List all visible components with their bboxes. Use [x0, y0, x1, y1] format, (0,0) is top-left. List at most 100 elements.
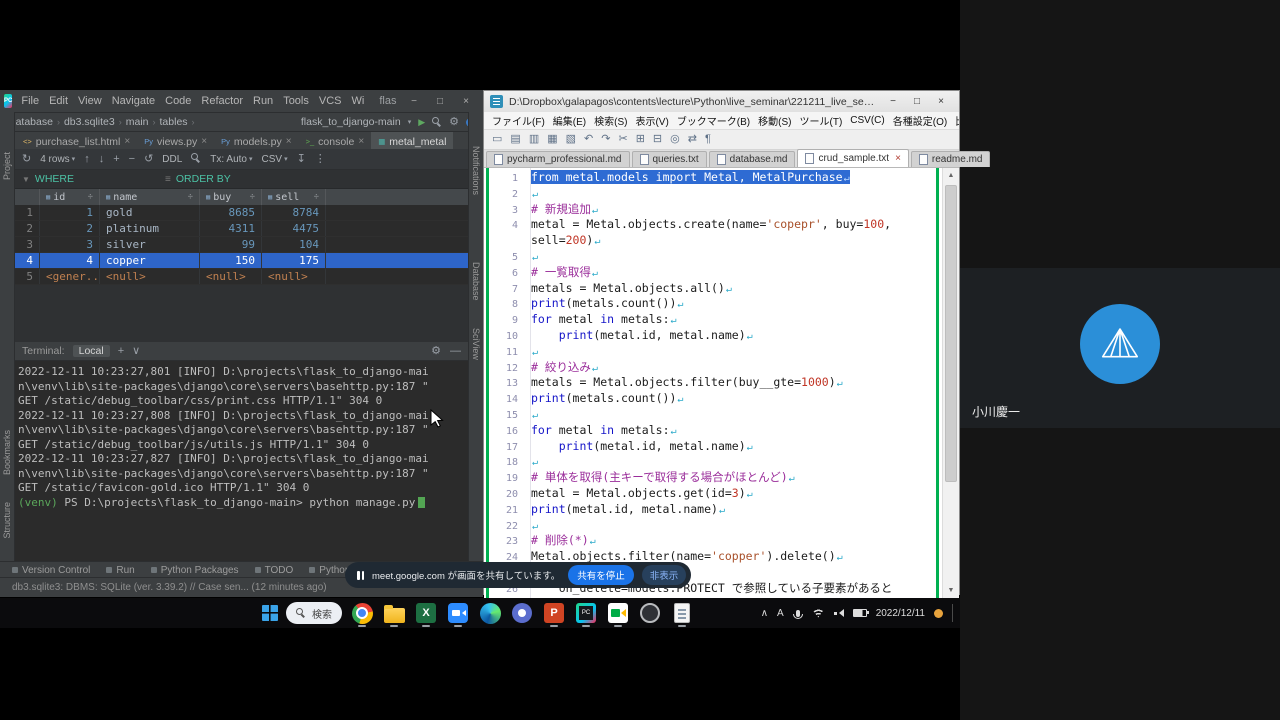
wrap-icon[interactable]: ¶: [705, 134, 711, 145]
scroll-up-icon[interactable]: ▲: [943, 168, 959, 183]
show-desktop-button[interactable]: [952, 604, 956, 622]
table-row[interactable]: 22platinum43114475: [14, 221, 469, 237]
sort-filter-icon[interactable]: ÷: [88, 192, 93, 202]
minimize-icon[interactable]: −: [881, 96, 905, 107]
tray-expand-icon[interactable]: ∧: [761, 608, 768, 619]
last-row-icon[interactable]: ↓: [99, 154, 105, 165]
pycharm-icon[interactable]: [574, 601, 598, 625]
new-file-icon[interactable]: ▭: [492, 134, 502, 145]
reload-icon[interactable]: ↻: [22, 154, 31, 165]
column-header-id[interactable]: ▦id÷: [40, 189, 100, 205]
ide-menu-item[interactable]: Refactor: [196, 95, 248, 107]
explorer-icon[interactable]: [382, 601, 406, 625]
close-icon[interactable]: ×: [895, 153, 901, 164]
cell-id[interactable]: <gener...: [40, 269, 100, 284]
start-button[interactable]: [262, 605, 278, 621]
close-icon[interactable]: ×: [286, 136, 292, 147]
ide-menu-item[interactable]: Tools: [278, 95, 314, 107]
ide-menu-item[interactable]: Navigate: [107, 95, 160, 107]
cell-name[interactable]: silver: [100, 237, 200, 252]
tool-window-button[interactable]: Bookmarks: [2, 430, 12, 475]
document-tab[interactable]: crud_sample.txt×: [797, 149, 908, 167]
cell-sell[interactable]: 4475: [262, 221, 326, 236]
status-widget[interactable]: Run: [106, 565, 134, 576]
delete-row-icon[interactable]: −: [129, 154, 135, 165]
ide-menu-item[interactable]: Code: [160, 95, 196, 107]
copy-icon[interactable]: ⊞: [636, 134, 645, 145]
table-row[interactable]: 5<gener...<null><null><null>: [14, 269, 469, 285]
tool-window-button[interactable]: Project: [2, 152, 12, 180]
cell-name[interactable]: copper: [100, 253, 200, 268]
notepad-icon[interactable]: [670, 601, 694, 625]
minimize-icon[interactable]: −: [401, 96, 427, 107]
tool-window-button[interactable]: Database: [471, 262, 481, 301]
new-terminal-icon[interactable]: +: [118, 346, 124, 357]
save-icon[interactable]: ▥: [529, 134, 539, 145]
cell-buy[interactable]: 8685: [200, 205, 262, 220]
chevron-down-icon[interactable]: ∨: [132, 346, 140, 357]
run-button[interactable]: ▶: [418, 117, 425, 128]
maximize-icon[interactable]: □: [905, 96, 929, 107]
sort-filter-icon[interactable]: ÷: [314, 192, 319, 202]
settings-icon[interactable]: ⚙: [449, 117, 459, 128]
run-config-selector[interactable]: flask_to_django-main: [301, 116, 401, 128]
breadcrumb-item[interactable]: main: [126, 116, 149, 128]
terminal-tab-local[interactable]: Local: [73, 345, 110, 357]
battery-icon[interactable]: [853, 609, 867, 618]
order-by-filter[interactable]: ORDER BY: [176, 173, 231, 185]
ddl-button[interactable]: DDL: [162, 154, 182, 165]
save-all-icon[interactable]: ▦: [547, 134, 557, 145]
participant-tile[interactable]: 小川慶一: [960, 268, 1280, 428]
cell-id[interactable]: 2: [40, 221, 100, 236]
vertical-scrollbar[interactable]: ▲ ▼: [942, 168, 959, 598]
close-icon[interactable]: ×: [453, 96, 479, 107]
replace-icon[interactable]: ⇄: [688, 134, 697, 145]
document-tab[interactable]: database.md: [709, 151, 796, 167]
ide-menu-item[interactable]: VCS: [314, 95, 347, 107]
tool-window-button[interactable]: SciView: [471, 328, 481, 360]
row-count-selector[interactable]: 4 rows▾: [40, 154, 75, 165]
cell-sell[interactable]: 8784: [262, 205, 326, 220]
cell-id[interactable]: 3: [40, 237, 100, 252]
stop-sharing-button[interactable]: 共有を停止: [568, 565, 634, 585]
taskbar-search[interactable]: 検索: [286, 602, 342, 624]
tool-window-button[interactable]: Structure: [2, 502, 12, 539]
scroll-down-icon[interactable]: ▼: [943, 583, 959, 598]
open-file-icon[interactable]: ▤: [510, 134, 520, 145]
column-header-buy[interactable]: ▦buy÷: [200, 189, 262, 205]
cell-id[interactable]: 4: [40, 253, 100, 268]
ide-menu-item[interactable]: File: [16, 95, 44, 107]
csv-selector[interactable]: CSV▾: [262, 154, 288, 165]
find-icon[interactable]: [191, 153, 201, 166]
cell-sell[interactable]: 175: [262, 253, 326, 268]
mic-icon[interactable]: [796, 610, 800, 617]
terminal-output[interactable]: 2022-12-11 10:23:27,801 [INFO] D:\projec…: [14, 361, 469, 510]
powerpoint-icon[interactable]: [542, 601, 566, 625]
sort-filter-icon[interactable]: ÷: [250, 192, 255, 202]
redo-icon[interactable]: ↷: [601, 134, 610, 145]
document-tab[interactable]: readme.md: [911, 151, 991, 167]
editor-body[interactable]: 1from metal.models import Metal, MetalPu…: [484, 168, 959, 598]
cell-id[interactable]: 1: [40, 205, 100, 220]
add-row-icon[interactable]: +: [113, 154, 119, 165]
scrollbar-thumb[interactable]: [945, 185, 957, 482]
minimize-panel-icon[interactable]: —: [450, 346, 461, 357]
close-icon[interactable]: ×: [929, 96, 953, 107]
document-tab[interactable]: pycharm_professional.md: [486, 151, 630, 167]
editor-menu-item[interactable]: 各種設定(O): [889, 113, 951, 128]
cell-sell[interactable]: 104: [262, 237, 326, 252]
more-options-icon[interactable]: ⋮: [315, 154, 326, 165]
cell-buy[interactable]: 99: [200, 237, 262, 252]
cell-buy[interactable]: 150: [200, 253, 262, 268]
violet-app-icon[interactable]: [510, 601, 534, 625]
notification-badge[interactable]: [934, 609, 943, 618]
ide-menu-item[interactable]: Edit: [44, 95, 73, 107]
editor-menu-item[interactable]: ファイル(F): [488, 113, 549, 128]
where-filter[interactable]: WHERE: [35, 173, 74, 185]
ide-menu-item[interactable]: Wi: [347, 95, 370, 107]
video-app-icon[interactable]: [446, 601, 470, 625]
breadcrumb-item[interactable]: tables: [160, 116, 188, 128]
editor-menu-item[interactable]: 検索(S): [590, 113, 631, 128]
code-area[interactable]: 1from metal.models import Metal, MetalPu…: [488, 170, 937, 598]
close-icon[interactable]: ×: [124, 136, 130, 147]
